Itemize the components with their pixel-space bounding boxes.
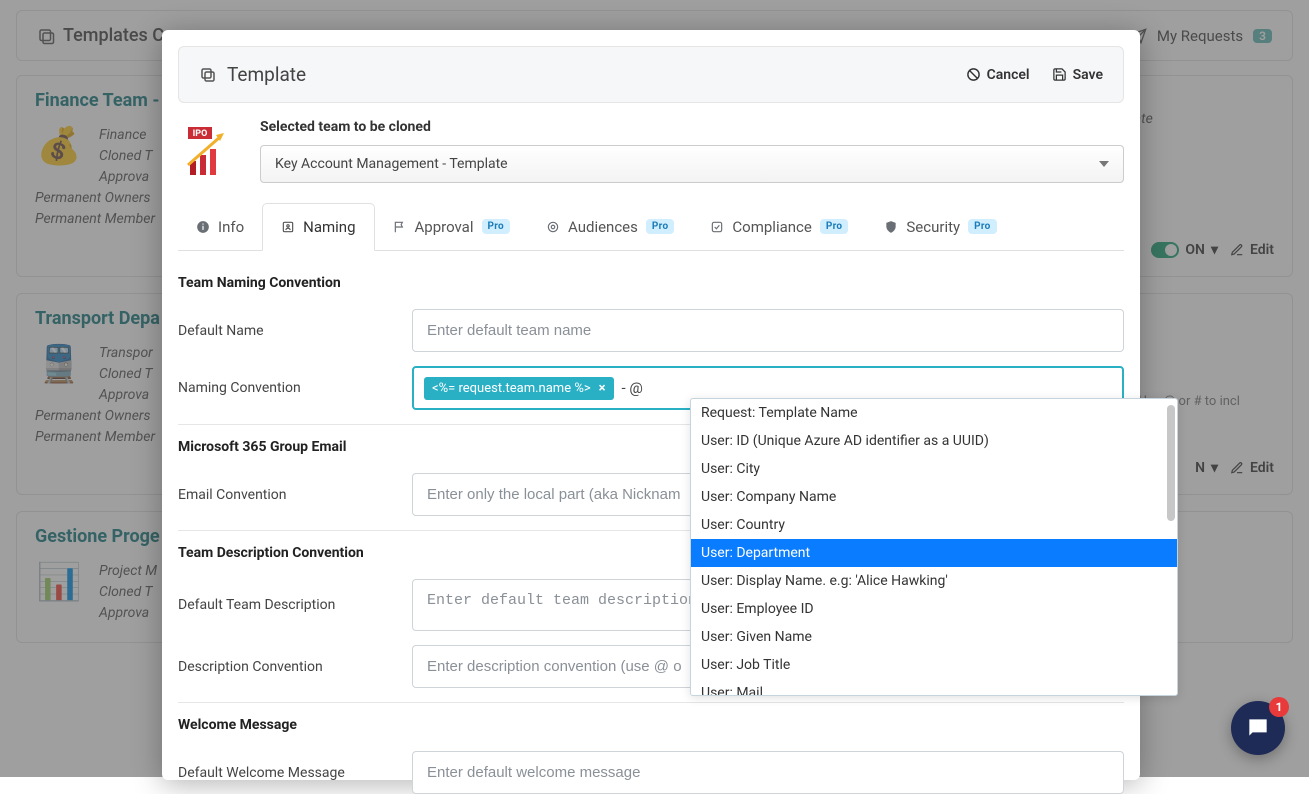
welcome-label: Default Welcome Message	[178, 765, 398, 781]
selected-team-value: Key Account Management - Template	[275, 156, 508, 172]
modal-tabs: Info Naming Approval Pro Audiences Pro C…	[178, 203, 1124, 251]
dropdown-item[interactable]: User: Country	[691, 511, 1177, 539]
save-icon	[1052, 67, 1067, 82]
dropdown-item[interactable]: User: ID (Unique Azure AD identifier as …	[691, 427, 1177, 455]
dropdown-item[interactable]: User: Department	[691, 539, 1177, 567]
svg-text:IPO: IPO	[193, 129, 208, 139]
section-team-naming: Team Naming Convention Default Name Nami…	[178, 275, 1124, 410]
selected-team-dropdown[interactable]: Key Account Management - Template	[260, 145, 1124, 183]
tab-approval[interactable]: Approval Pro	[375, 203, 529, 250]
chat-badge: 1	[1269, 697, 1289, 717]
ipo-chart-icon: IPO	[178, 119, 242, 183]
scrollbar[interactable]	[1167, 405, 1175, 521]
section-welcome: Welcome Message Default Welcome Message	[178, 717, 1124, 794]
target-icon	[546, 220, 560, 234]
info-icon	[196, 220, 210, 234]
check-icon	[710, 220, 724, 234]
clone-label: Selected team to be cloned	[260, 119, 1124, 135]
default-desc-label: Default Team Description	[178, 597, 398, 613]
tab-compliance[interactable]: Compliance Pro	[692, 203, 866, 250]
trailing-text: - @	[622, 379, 643, 397]
chip-remove-icon[interactable]: ×	[599, 381, 606, 396]
dropdown-item[interactable]: User: Given Name	[691, 623, 1177, 651]
copy-icon	[199, 66, 217, 84]
pro-badge: Pro	[482, 219, 511, 234]
default-name-input[interactable]	[412, 309, 1124, 352]
cancel-button[interactable]: Cancel	[966, 67, 1030, 83]
dropdown-item[interactable]: User: Mail	[691, 679, 1177, 695]
token-chip[interactable]: <%= request.team.name %> ×	[424, 377, 614, 400]
modal-header: Template Cancel Save	[178, 46, 1124, 103]
dropdown-item[interactable]: User: Display Name. e.g: 'Alice Hawking'	[691, 567, 1177, 595]
tab-naming[interactable]: Naming	[262, 203, 374, 251]
template-modal: Template Cancel Save IPO	[162, 30, 1140, 780]
naming-convention-label: Naming Convention	[178, 380, 398, 396]
tab-audiences[interactable]: Audiences Pro	[528, 203, 692, 250]
dropdown-item[interactable]: User: City	[691, 455, 1177, 483]
naming-token-dropdown[interactable]: Request: Template NameUser: ID (Unique A…	[690, 398, 1178, 696]
clone-section: IPO Selected team to be cloned Key Accou…	[178, 119, 1124, 183]
section-title: Welcome Message	[178, 717, 1124, 733]
pro-badge: Pro	[646, 219, 675, 234]
default-name-label: Default Name	[178, 323, 398, 339]
email-convention-label: Email Convention	[178, 487, 398, 503]
modal-title-text: Template	[227, 63, 306, 86]
pro-badge: Pro	[968, 219, 997, 234]
shield-icon	[884, 220, 898, 234]
tab-info[interactable]: Info	[178, 203, 262, 250]
cancel-icon	[966, 67, 981, 82]
section-title: Team Naming Convention	[178, 275, 1124, 291]
modal-title: Template	[199, 63, 306, 86]
chevron-down-icon	[1099, 161, 1109, 167]
welcome-message-input[interactable]	[412, 751, 1124, 794]
tab-security[interactable]: Security Pro	[866, 203, 1014, 250]
desc-convention-label: Description Convention	[178, 659, 398, 675]
chat-icon	[1245, 715, 1271, 741]
divider	[178, 702, 1124, 703]
chat-fab[interactable]: 1	[1231, 701, 1285, 755]
badge-icon	[281, 220, 295, 234]
flag-icon	[393, 220, 407, 234]
dropdown-item[interactable]: Request: Template Name	[691, 399, 1177, 427]
dropdown-item[interactable]: User: Employee ID	[691, 595, 1177, 623]
pro-badge: Pro	[820, 219, 849, 234]
save-button[interactable]: Save	[1052, 67, 1103, 83]
dropdown-item[interactable]: User: Job Title	[691, 651, 1177, 679]
dropdown-item[interactable]: User: Company Name	[691, 483, 1177, 511]
